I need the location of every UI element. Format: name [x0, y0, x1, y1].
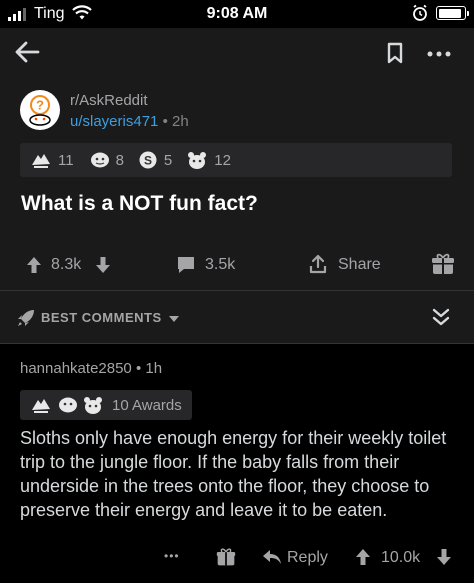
- gift-icon: [216, 548, 236, 566]
- comment-more-button[interactable]: •••: [164, 549, 180, 563]
- award-silver-icon: S: [139, 151, 157, 169]
- collapse-threads-button[interactable]: [430, 307, 452, 327]
- subreddit-avatar[interactable]: ?: [20, 90, 60, 130]
- comment-give-award-button[interactable]: [216, 547, 236, 567]
- meta-separator: •: [135, 360, 142, 377]
- arrow-left-icon: [15, 41, 40, 63]
- post-title[interactable]: What is a NOT fun fact?: [21, 192, 258, 216]
- comment-meta: hannahkate2850 • 1h: [20, 360, 162, 377]
- rocket-icon: [16, 308, 36, 328]
- double-chevron-down-icon: [432, 308, 450, 326]
- reply-arrow-icon: [263, 550, 281, 564]
- post-author[interactable]: u/slayeris471: [70, 113, 158, 130]
- award-count: 5: [163, 151, 173, 169]
- comment-body: Sloths only have enough energy for their…: [20, 428, 447, 520]
- post-action-bar: 8.3k 3.5k Share: [0, 250, 474, 280]
- status-bar: Ting 9:08 AM: [0, 0, 474, 28]
- comment-action-bar: ••• Reply 10.0k: [0, 546, 474, 574]
- post-age: 2h: [172, 113, 189, 130]
- more-options-button[interactable]: [426, 50, 452, 58]
- sort-dropdown[interactable]: BEST COMMENTS: [41, 310, 179, 325]
- post-awards[interactable]: 11 8 S 5 12: [20, 143, 452, 177]
- meta-separator: •: [162, 113, 168, 130]
- comment-downvote-button[interactable]: [436, 548, 452, 566]
- upvote-arrow-icon: [27, 257, 41, 273]
- award-count: 11: [58, 151, 74, 169]
- downvote-button[interactable]: [95, 256, 111, 274]
- share-label[interactable]: Share: [338, 256, 381, 274]
- award-hands-icon: [32, 399, 50, 413]
- askreddit-logo-icon: ?: [29, 95, 51, 126]
- award-item: S 5: [138, 150, 172, 170]
- give-award-button[interactable]: [431, 252, 455, 276]
- gift-icon: [432, 253, 454, 274]
- svg-text:S: S: [144, 154, 152, 168]
- comment-score: 10.0k: [381, 549, 421, 566]
- comments-button[interactable]: [176, 255, 196, 275]
- comment-sort-bar: BEST COMMENTS: [0, 291, 474, 343]
- award-hands-icon: [32, 154, 50, 168]
- upvote-arrow-icon: [356, 549, 370, 565]
- bookmark-icon: [387, 42, 403, 64]
- reply-button[interactable]: [262, 549, 282, 565]
- more-dots-icon: [427, 51, 451, 57]
- comment-age: 1h: [145, 360, 163, 377]
- subreddit-name[interactable]: r/AskReddit: [70, 92, 148, 109]
- comment-upvote-button[interactable]: [355, 548, 371, 566]
- award-item: 11: [30, 151, 74, 169]
- share-button[interactable]: [308, 254, 328, 274]
- sort-label: BEST COMMENTS: [41, 310, 162, 325]
- award-bear-icon: [84, 397, 102, 414]
- award-count: 12: [214, 151, 231, 169]
- share-icon: [309, 254, 327, 274]
- comment-author[interactable]: hannahkate2850: [20, 360, 132, 377]
- post-meta: u/slayeris471 • 2h: [70, 113, 189, 130]
- clock-time: 9:08 AM: [206, 5, 268, 22]
- upvote-button[interactable]: [26, 256, 42, 274]
- save-button[interactable]: [386, 42, 404, 64]
- award-item: 12: [186, 150, 231, 170]
- award-count: 8: [115, 151, 124, 169]
- comment-count: 3.5k: [205, 256, 236, 273]
- post-score: 8.3k: [51, 256, 82, 273]
- alarm-icon: [412, 4, 428, 22]
- downvote-arrow-icon: [437, 549, 451, 565]
- comment-awards-label: 10 Awards: [112, 396, 182, 414]
- svg-text:?: ?: [36, 98, 44, 113]
- reply-label[interactable]: Reply: [287, 549, 328, 567]
- downvote-arrow-icon: [96, 257, 110, 273]
- award-face-icon: [90, 152, 109, 168]
- caret-down-icon: [168, 315, 179, 322]
- comment-awards[interactable]: 10 Awards: [20, 390, 192, 420]
- award-bear-icon: [188, 152, 207, 169]
- award-item: 8: [88, 151, 124, 169]
- comment-bubble-icon: [178, 257, 194, 273]
- divider: [0, 343, 474, 344]
- battery-icon: [436, 6, 469, 20]
- back-button[interactable]: [14, 40, 40, 64]
- award-face-icon: [59, 397, 77, 413]
